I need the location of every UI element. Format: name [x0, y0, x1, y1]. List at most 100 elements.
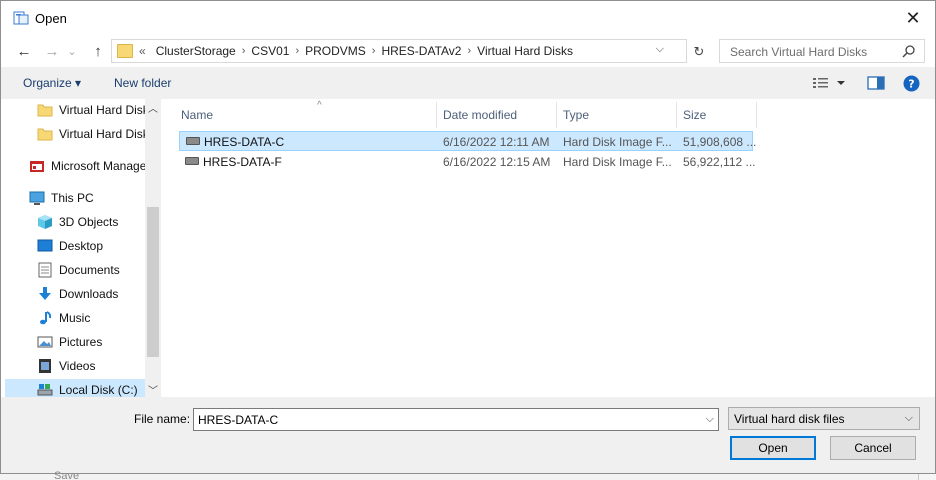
file-name: HRES-DATA-C [204, 135, 285, 149]
column-header-size[interactable]: Size [677, 102, 757, 128]
sidebar-item-label: Desktop [59, 239, 104, 253]
svg-text:?: ? [908, 78, 914, 91]
breadcrumb-overflow[interactable]: « [139, 44, 146, 58]
chevron-down-icon: ⌵ [904, 412, 913, 424]
breadcrumb-item[interactable]: PRODVMS [305, 44, 366, 58]
preview-pane-button[interactable] [867, 75, 885, 94]
chevron-right-icon: › [295, 45, 300, 57]
hard-disk-image-icon [186, 137, 200, 145]
recent-locations-button[interactable]: ⌄ [65, 41, 79, 61]
file-row[interactable]: HRES-DATA-C 6/16/2022 12:11 AM Hard Disk… [179, 131, 757, 151]
sidebar-item-documents[interactable]: Documents [37, 259, 120, 281]
download-icon [39, 287, 51, 300]
sidebar-item-pictures[interactable]: Pictures [37, 331, 102, 353]
file-date: 6/16/2022 12:15 AM [443, 155, 551, 169]
chevron-right-icon: › [241, 45, 246, 57]
column-type-label: Type [563, 108, 590, 122]
file-row[interactable]: HRES-DATA-F 6/16/2022 12:15 AM Hard Disk… [179, 152, 756, 172]
file-name-field[interactable]: HRES-DATA-C ⌵ [193, 408, 719, 431]
column-name-label: Name [181, 108, 214, 122]
breadcrumb-item[interactable]: Virtual Hard Disks [477, 44, 573, 58]
content-area: Virtual Hard Disk Virtual Hard Disk Micr… [1, 99, 935, 397]
folder-icon [117, 44, 133, 58]
organize-button[interactable]: Organize ▾ [23, 76, 81, 90]
scroll-down-arrow-icon[interactable]: ﹀ [145, 381, 161, 397]
file-size: 51,908,608 ... [683, 135, 757, 149]
sidebar-item-label: Downloads [59, 287, 119, 301]
file-name-value: HRES-DATA-C [198, 413, 279, 427]
breadcrumb-item[interactable]: ClusterStorage [156, 44, 236, 58]
chevron-down-icon: ⌄ [67, 45, 77, 58]
file-list: Name ^ Date modified Type Size HRES-DATA… [161, 99, 935, 397]
sidebar-item-microsoft-management[interactable]: Microsoft Manage [29, 155, 146, 177]
cube-icon [38, 215, 52, 229]
scroll-up-arrow-icon[interactable]: ︿ [145, 99, 161, 115]
help-icon: ? [903, 75, 920, 92]
close-button[interactable]: ✕ [891, 1, 935, 35]
file-name-label: File name: [134, 412, 191, 426]
column-header-type[interactable]: Type [557, 102, 677, 128]
sidebar-item-downloads[interactable]: Downloads [37, 283, 118, 305]
mmc-icon [30, 161, 44, 172]
documents-icon [38, 262, 52, 278]
forward-arrow-icon: → [44, 42, 60, 60]
refresh-icon: ↻ [693, 44, 705, 59]
sidebar-item-3d-objects[interactable]: 3D Objects [37, 211, 118, 233]
sidebar-item-this-pc[interactable]: This PC [29, 187, 94, 209]
sidebar-item-label: Pictures [59, 335, 103, 349]
help-button[interactable]: ? [903, 75, 920, 95]
column-header-date[interactable]: Date modified [437, 102, 557, 128]
column-date-label: Date modified [443, 108, 518, 122]
search-placeholder: Search Virtual Hard Disks [730, 45, 868, 59]
file-name: HRES-DATA-F [203, 155, 282, 169]
back-button[interactable]: ← [13, 41, 35, 61]
open-button-label: Open [758, 441, 788, 455]
window-title: Open [35, 11, 67, 26]
sort-ascending-icon: ^ [317, 100, 322, 111]
sidebar-item-label: Virtual Hard Disk [59, 103, 149, 117]
command-bar: Organize ▾ New folder ? [1, 67, 935, 99]
folder-icon [37, 128, 53, 141]
up-button[interactable]: ↑ [87, 41, 109, 61]
file-type-filter[interactable]: Virtual hard disk files ⌵ [728, 407, 920, 430]
sidebar-item-desktop[interactable]: Desktop [37, 235, 103, 257]
sidebar-item-music[interactable]: Music [37, 307, 90, 329]
breadcrumb-item[interactable]: CSV01 [251, 44, 289, 58]
scrollbar-thumb[interactable] [147, 207, 159, 357]
sidebar-item-local-disk-c[interactable]: Local Disk (C:) [5, 379, 145, 397]
navigation-scrollbar[interactable]: ︿ ﹀ [145, 99, 161, 397]
column-size-label: Size [683, 108, 707, 122]
sidebar-item-label: Local Disk (C:) [59, 383, 138, 397]
computer-icon [29, 191, 45, 205]
cancel-button[interactable]: Cancel [830, 436, 916, 460]
details-view-icon [813, 78, 845, 88]
new-folder-button[interactable]: New folder [114, 76, 171, 90]
view-options-button[interactable] [813, 75, 845, 94]
pictures-icon [37, 336, 53, 348]
sidebar-item-videos[interactable]: Videos [37, 355, 95, 377]
breadcrumb-item[interactable]: HRES-DATAv2 [381, 44, 461, 58]
sidebar-item-label: 3D Objects [59, 215, 119, 229]
chevron-right-icon: › [467, 45, 472, 57]
close-icon: ✕ [905, 7, 921, 28]
file-type: Hard Disk Image F... [563, 135, 672, 149]
sidebar-item-label: Virtual Hard Disk [59, 127, 149, 141]
cancel-button-label: Cancel [854, 441, 892, 455]
videos-icon [39, 359, 51, 373]
up-arrow-icon: ↑ [94, 42, 102, 60]
sidebar-item-virtual-hard-disks-1[interactable]: Virtual Hard Disk [37, 99, 149, 121]
sidebar-item-label: Microsoft Manage [51, 159, 147, 173]
refresh-button[interactable]: ↻ [689, 43, 709, 61]
search-input[interactable]: Search Virtual Hard Disks [719, 39, 925, 63]
chevron-down-icon[interactable]: ⌵ [656, 43, 664, 56]
address-bar[interactable]: « ClusterStorage › CSV01 › PRODVMS › HRE… [111, 39, 687, 63]
chevron-down-icon[interactable]: ⌵ [706, 413, 714, 426]
column-header-name[interactable]: Name ^ [175, 100, 437, 128]
forward-button[interactable]: → [41, 41, 63, 61]
open-button[interactable]: Open [730, 436, 816, 460]
hard-disk-image-icon [185, 157, 199, 165]
sidebar-item-label: This PC [51, 191, 94, 205]
preview-pane-icon [867, 76, 885, 90]
sidebar-item-virtual-hard-disks-2[interactable]: Virtual Hard Disk [37, 123, 149, 145]
file-date: 6/16/2022 12:11 AM [443, 135, 550, 149]
